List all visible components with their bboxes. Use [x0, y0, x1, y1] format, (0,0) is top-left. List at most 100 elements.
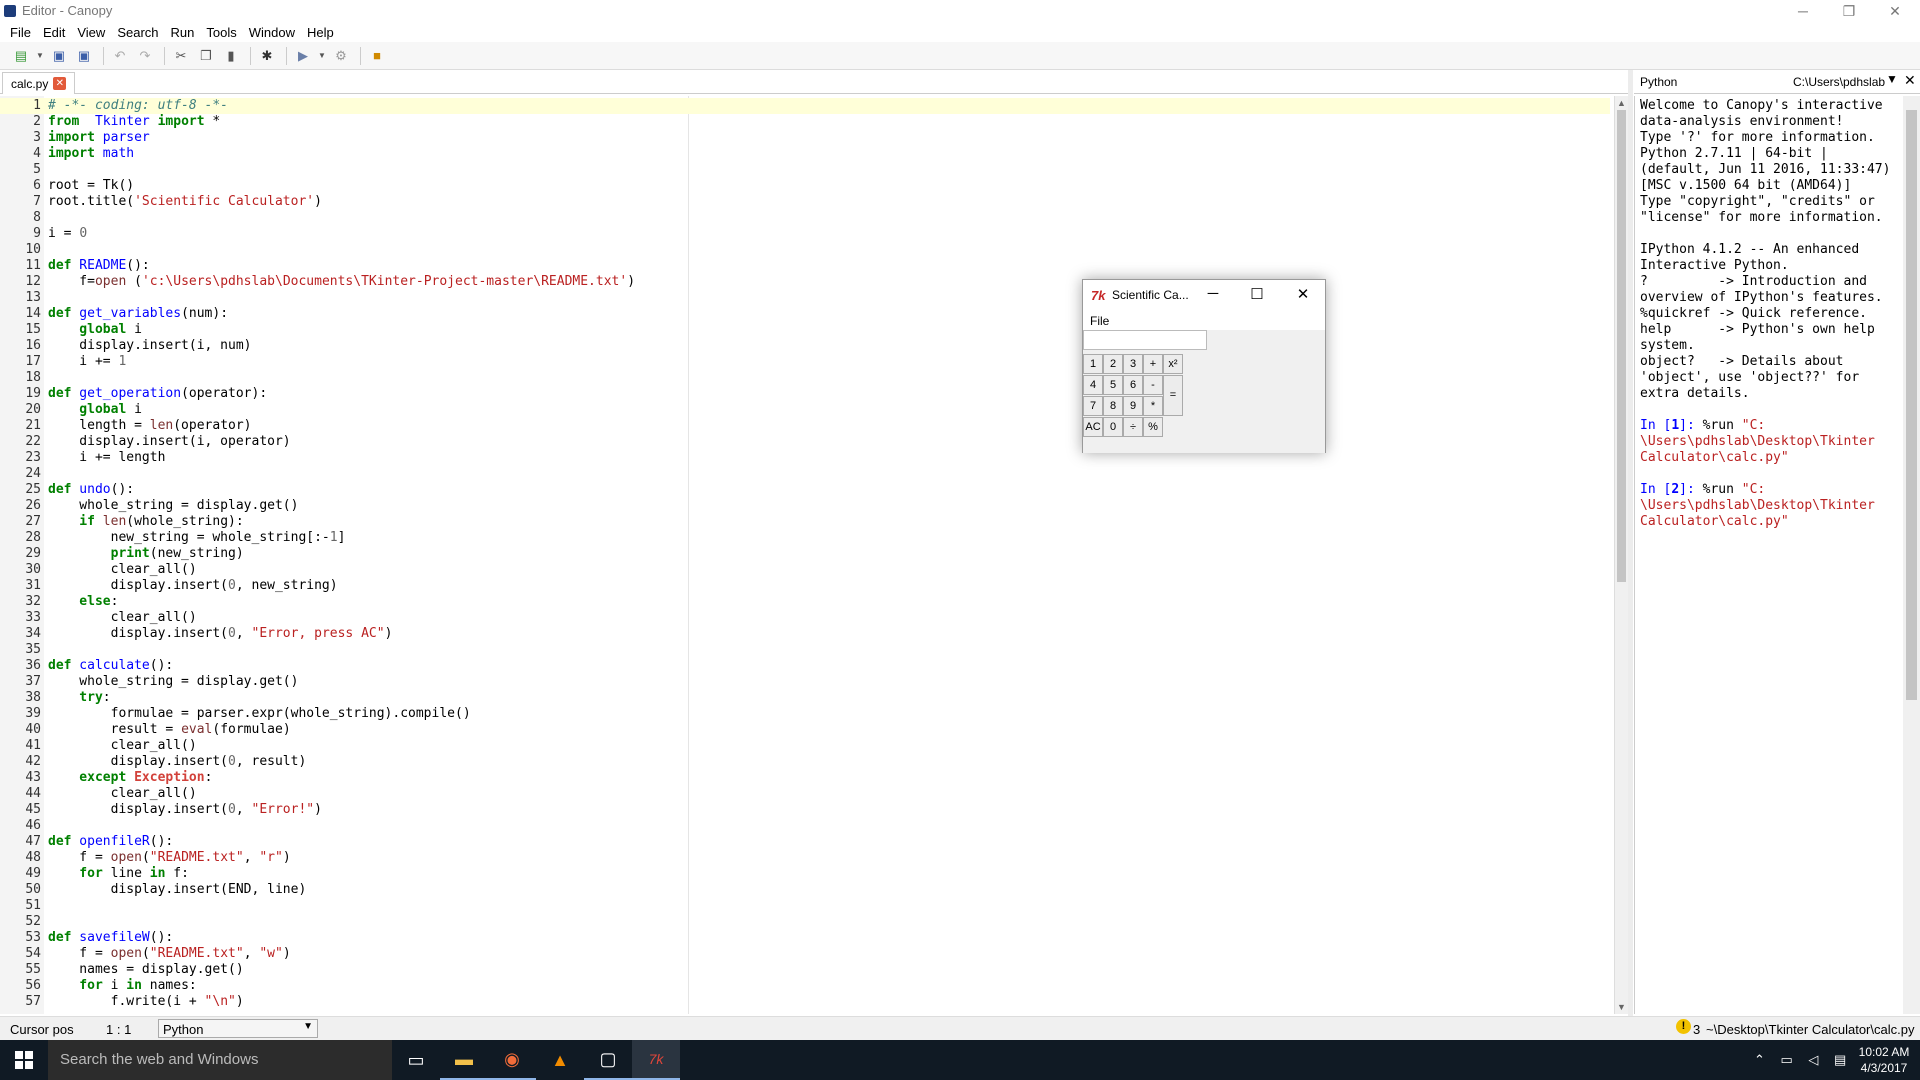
restore-button[interactable]: ❐ — [1826, 0, 1872, 22]
calculator-maximize-icon[interactable]: ☐ — [1239, 285, 1275, 303]
code-token: names: — [141, 978, 197, 993]
calculator-key[interactable]: 9 — [1123, 396, 1143, 416]
line-number: 8 — [33, 210, 41, 225]
line-code: display.insert(0, "Error, press AC") — [48, 626, 393, 642]
code-line: 36 def calculate(): — [0, 658, 1610, 674]
save-all-icon[interactable]: ▣ — [73, 45, 95, 67]
code-line: 56 for i in names: — [0, 978, 1610, 994]
menu-tools[interactable]: Tools — [200, 25, 242, 40]
calculator-key[interactable]: 3 — [1123, 354, 1143, 374]
menu-search[interactable]: Search — [111, 25, 164, 40]
calculator-key[interactable]: 5 — [1103, 375, 1123, 395]
python-console[interactable]: Welcome to Canopy's interactive data-anal… — [1634, 96, 1900, 1014]
calculator-key[interactable]: = — [1163, 375, 1183, 416]
pane-splitter[interactable] — [1628, 70, 1633, 1016]
calculator-display[interactable] — [1083, 330, 1207, 350]
calculator-key[interactable]: 6 — [1123, 375, 1143, 395]
console-token: 2 — [1671, 482, 1680, 497]
calculator-key[interactable]: 7 — [1083, 396, 1103, 416]
menu-edit[interactable]: Edit — [37, 25, 71, 40]
calculator-close-icon[interactable]: ✕ — [1285, 285, 1321, 303]
calculator-minimize-icon[interactable]: ─ — [1195, 285, 1231, 302]
tk-app-icon[interactable]: 7k — [632, 1040, 680, 1080]
chevron-down-icon[interactable]: ▼ — [1886, 72, 1898, 86]
calculator-key[interactable]: + — [1143, 354, 1163, 374]
clock-time: 10:02 AM — [1858, 1045, 1910, 1059]
calculator-key[interactable]: 0 — [1103, 417, 1123, 437]
undo-icon[interactable]: ↶ — [109, 45, 131, 67]
calculator-key[interactable]: ÷ — [1123, 417, 1143, 437]
debug-icon[interactable]: ✱ — [256, 45, 278, 67]
code-token: , — [243, 946, 260, 961]
taskbar-clock[interactable]: 10:02 AM 4/3/2017 — [1848, 1044, 1920, 1076]
code-line: 8 — [0, 210, 1610, 226]
toolbar-separator — [286, 46, 287, 65]
console-token: Type "copyright", "credits" or — [1640, 194, 1875, 209]
run-dropdown-arrow-icon[interactable]: ▼ — [317, 45, 327, 67]
menu-window[interactable]: Window — [243, 25, 301, 40]
console-line: In [1]: %run "C: — [1640, 418, 1765, 434]
copy-icon[interactable]: ❐ — [195, 45, 217, 67]
vlc-icon[interactable]: ▲ — [536, 1040, 584, 1080]
close-tab-icon[interactable]: ✕ — [53, 77, 67, 90]
editor-scrollbar[interactable]: ▲ ▼ — [1614, 96, 1628, 1014]
save-icon[interactable]: ▣ — [48, 45, 70, 67]
close-pane-icon[interactable]: ✕ — [1904, 72, 1916, 89]
calculator-key[interactable]: x² — [1163, 354, 1183, 374]
package-manager-icon[interactable]: ■ — [366, 45, 388, 67]
console-token: "C: — [1741, 418, 1766, 433]
line-code: display.insert(0, "Error!") — [48, 802, 322, 818]
calculator-key[interactable]: * — [1143, 396, 1163, 416]
code-line: 33 clear_all() — [0, 610, 1610, 626]
calculator-key[interactable]: 1 — [1083, 354, 1103, 374]
calculator-key[interactable]: AC — [1083, 417, 1103, 437]
run-settings-icon[interactable]: ⚙ — [330, 45, 352, 67]
calculator-key[interactable]: - — [1143, 375, 1163, 395]
chrome-icon[interactable]: ◉ — [488, 1040, 536, 1080]
file-explorer-icon[interactable]: ▬ — [440, 1040, 488, 1080]
line-number: 57 — [25, 994, 41, 1009]
console-token: ]: — [1679, 482, 1703, 497]
taskbar-search-box[interactable]: Search the web and Windows — [48, 1040, 392, 1080]
console-scrollbar[interactable] — [1903, 96, 1920, 1014]
code-token: (operator): — [181, 386, 268, 401]
code-editor[interactable]: 1 # -*- coding: utf-8 -*- 2 from Tkinter im… — [0, 96, 1617, 1014]
calculator-key[interactable]: % — [1143, 417, 1163, 437]
run-icon[interactable]: ▶ — [292, 45, 314, 67]
warning-icon[interactable]: ! — [1676, 1019, 1691, 1034]
scroll-up-icon[interactable]: ▲ — [1615, 96, 1628, 110]
editor-scrollbar-thumb[interactable] — [1617, 110, 1626, 582]
system-tray-icons[interactable]: ⌃ ▭ ◁ ▤ — [1754, 1052, 1852, 1068]
cut-icon[interactable]: ✂ — [170, 45, 192, 67]
new-file-icon[interactable]: ▤ — [10, 45, 32, 67]
code-token: in — [149, 866, 166, 881]
console-scrollbar-thumb[interactable] — [1906, 110, 1917, 700]
tab-calc-py[interactable]: calc.py ✕ — [2, 72, 76, 94]
redo-icon[interactable]: ↷ — [134, 45, 156, 67]
paste-icon[interactable]: ▮ — [220, 45, 242, 67]
calculator-key[interactable]: 2 — [1103, 354, 1123, 374]
calculator-menu-file[interactable]: File — [1090, 314, 1109, 328]
scroll-down-icon[interactable]: ▼ — [1615, 1000, 1628, 1014]
calculator-key[interactable]: 8 — [1103, 396, 1123, 416]
menu-file[interactable]: File — [4, 25, 37, 40]
code-token: display.insert( — [48, 578, 229, 593]
canopy-icon[interactable]: ▢ — [584, 1040, 632, 1080]
code-line: 4 import math — [0, 146, 1610, 162]
code-line: 38 try: — [0, 690, 1610, 706]
dropdown-arrow-icon[interactable]: ▼ — [35, 45, 45, 67]
minimize-button[interactable]: ─ — [1780, 0, 1826, 22]
menu-help[interactable]: Help — [301, 25, 340, 40]
clock-date: 4/3/2017 — [1860, 1061, 1908, 1075]
menu-view[interactable]: View — [71, 25, 111, 40]
close-button[interactable]: ✕ — [1872, 0, 1918, 22]
code-line: 1 # -*- coding: utf-8 -*- — [0, 98, 1610, 114]
line-code: # -*- coding: utf-8 -*- — [48, 98, 228, 114]
language-select[interactable]: Python ▼ — [158, 1019, 318, 1038]
start-button[interactable] — [0, 1040, 48, 1080]
menu-run[interactable]: Run — [165, 25, 201, 40]
code-token: 1 — [329, 530, 338, 545]
task-view-icon[interactable]: ▭ — [392, 1040, 440, 1080]
line-number: 34 — [25, 626, 41, 641]
calculator-key[interactable]: 4 — [1083, 375, 1103, 395]
